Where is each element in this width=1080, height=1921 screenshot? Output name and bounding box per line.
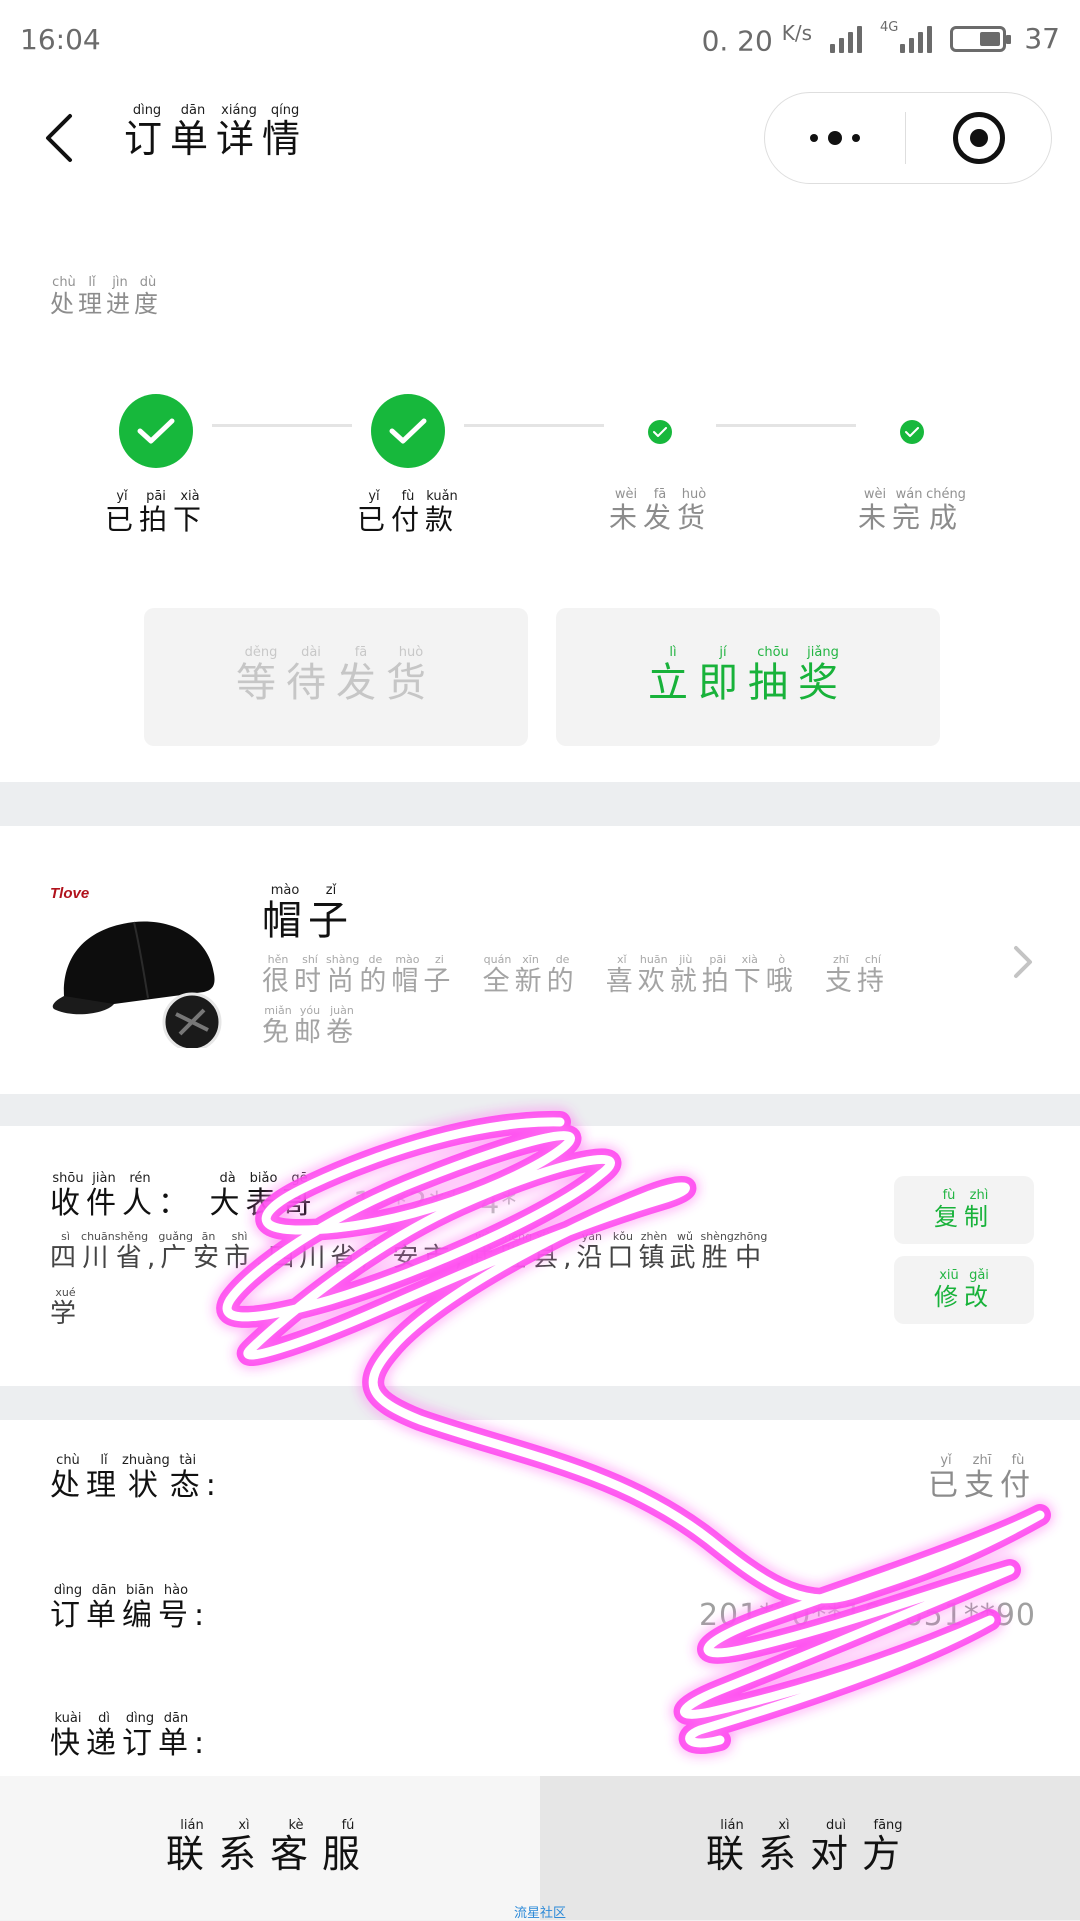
chevron-left-icon[interactable]	[40, 112, 80, 164]
order-number-label: 订dìng单dān编biān号hào:	[50, 1583, 211, 1633]
signal-icon	[830, 25, 862, 53]
desc-line: 免miǎn邮yóu卷juàn	[262, 1004, 358, 1048]
chevron-right-icon[interactable]	[1010, 944, 1036, 980]
receiver-phone: 1**2***4*	[353, 1186, 519, 1221]
check-icon	[371, 394, 445, 468]
status-bar: 16:04 0. 20 K/s 4G 37	[0, 0, 1080, 78]
watermark-text: 流星社区	[514, 1906, 567, 1921]
mini-program-capsule	[764, 92, 1052, 184]
address-line: 四sì川chuān省shěng,广guǎng安ān市shì,四川省广安市,武wǔ…	[50, 1230, 768, 1273]
section-divider	[0, 782, 1080, 826]
receiver-line: 收shōu件jiàn人rén： 大dà表biǎo哥gē 1**2***4*	[50, 1171, 519, 1221]
step-shot: 已yǐ拍pāi下xià	[76, 394, 236, 538]
product-name: 帽mào子zǐ	[262, 883, 354, 944]
network-speed: 0. 20 K/s	[701, 20, 812, 58]
product-description: 很hěn时shí尚shàng的de帽mào子zi 全 quán新xīn的de 喜…	[262, 953, 982, 1056]
product-image: Tlove	[44, 878, 234, 1048]
status-right: 0. 20 K/s 4G 37	[701, 20, 1060, 58]
signal-4g-icon	[900, 25, 933, 53]
status-label: 处chù理lǐ状zhuàng态tài:	[50, 1453, 222, 1503]
progress-section: 处chù理lǐ进jìn度dù 已yǐ拍pāi下xià 已yǐ付fù款kuǎn 未…	[0, 198, 1080, 782]
section-divider	[0, 1094, 1080, 1126]
step-unshipped: 未wèi发fā货huò	[580, 420, 740, 536]
bottom-action-bar: 联lián 系xì 客kè 服fú 联lián 系xì 对duì 方fāng	[0, 1776, 1080, 1920]
step-paid: 已yǐ付fù款kuǎn	[328, 394, 488, 538]
nav-bar: 订dìng单dān详xiáng情qíng	[0, 78, 1080, 198]
section-divider	[0, 1386, 1080, 1420]
express-order-label: 快kuài递dì订dìng单dān:	[50, 1711, 211, 1761]
address-card: 收shōu件jiàn人rén： 大dà表biǎo哥gē 1**2***4* 四s…	[0, 1126, 1080, 1386]
order-number-value: 201**0**102651**90	[698, 1598, 1036, 1633]
brand-logo: Tlove	[50, 885, 89, 902]
receiver-address: 四sì川chuān省shěng,广guǎng安ān市shì,四川省广安市,武wǔ…	[50, 1230, 880, 1342]
step-label: 未wèi发fā货huò	[608, 487, 712, 534]
target-icon[interactable]	[906, 112, 1051, 164]
battery-icon	[950, 25, 1012, 52]
check-icon	[119, 394, 193, 468]
address-line: 学xué	[50, 1286, 82, 1329]
step-label: 已yǐ付fù款kuǎn	[356, 489, 460, 536]
check-icon	[648, 420, 672, 444]
contact-service-button[interactable]: 联lián 系xì 客kè 服fú	[0, 1776, 540, 1920]
contact-seller-button[interactable]: 联lián 系xì 对duì 方fāng	[540, 1776, 1080, 1920]
speed-unit: K/s	[781, 20, 812, 45]
lottery-button[interactable]: 立lì 即jí 抽chōu 奖jiǎng	[556, 608, 940, 746]
status-time: 16:04	[20, 22, 101, 56]
check-icon	[900, 420, 924, 444]
wait-shipping-button[interactable]: 等děng 待dài 发fā 货huò	[144, 608, 528, 746]
step-label: 未wèi完wán成chéng	[858, 487, 966, 534]
more-dots-icon[interactable]	[765, 131, 905, 145]
order-info: 处chù理lǐ状zhuàng态tài: 已yǐ支zhī付fù 订dìng单dān…	[0, 1420, 1080, 1776]
copy-button[interactable]: 复fù 制zhì	[894, 1176, 1034, 1244]
step-label: 已yǐ拍pāi下xià	[104, 489, 208, 536]
network-4g: 4G	[880, 20, 933, 53]
product-card[interactable]: Tlove 帽mào子zǐ 很hěn时shí尚shàng的de帽mào子zi 全…	[0, 826, 1080, 1094]
status-value: 已yǐ支zhī付fù	[928, 1453, 1036, 1503]
progress-title: 处chù理lǐ进jìn度dù	[50, 275, 162, 318]
desc-line: 很hěn时shí尚shàng的de帽mào子zi 全 quán新xīn的de 喜…	[262, 953, 889, 997]
step-incomplete: 未wèi完wán成chéng	[832, 420, 992, 536]
page-title: 订dìng单dān详xiáng情qíng	[124, 103, 309, 161]
battery-level: 37	[1024, 22, 1060, 56]
edit-address-button[interactable]: 修xiū 改gǎi	[894, 1256, 1034, 1324]
